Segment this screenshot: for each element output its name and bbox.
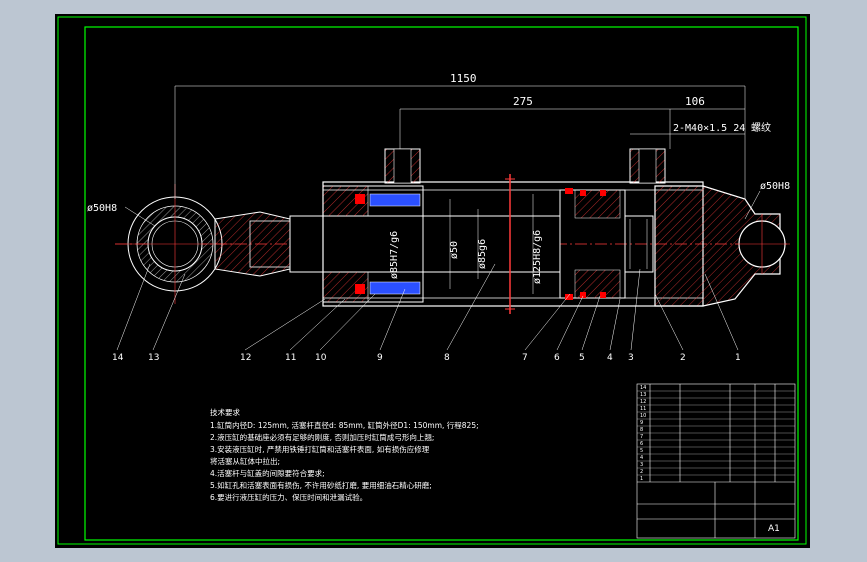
tb-row-no: 8	[640, 427, 643, 433]
tb-row-no: 14	[640, 385, 646, 391]
dim-overall: 1150	[450, 72, 477, 85]
tb-row-no: 6	[640, 441, 643, 447]
tb-sheet-size: A1	[768, 524, 780, 534]
part-label: 5	[579, 353, 585, 363]
dim-rod-fit: ø85H7/g6	[389, 231, 400, 279]
tech-req-line: 4.活塞杆与缸盖的间隙要符合要求;	[210, 468, 325, 478]
part-label: 13	[148, 353, 159, 363]
tech-req-line: 3.安装液压缸时, 严禁用铁锤打缸筒和活塞杆表面, 如有损伤应修理	[210, 444, 430, 454]
part-label: 4	[607, 353, 613, 363]
tech-req-title: 技术要求	[210, 407, 240, 417]
title-block-rows	[637, 390, 795, 476]
leader-lines	[116, 263, 739, 351]
dim-stroke: 275	[513, 95, 533, 108]
tb-row-no: 7	[640, 434, 643, 440]
port-right	[629, 148, 666, 184]
dim-pin-left: ø50H8	[87, 203, 117, 214]
tech-req-line: 2.液压缸的基础座必须有足够的刚度, 否则加压时缸筒成弓形向上翘;	[210, 432, 434, 442]
piston-seal-upper	[580, 190, 586, 196]
tb-row-no: 12	[640, 399, 646, 405]
dim-rod-dia: ø50	[449, 241, 460, 259]
part-label: 11	[285, 353, 296, 363]
hydraulic-cylinder-assembly-drawing: 1150 275 106 2-M40×1.5 24 螺纹 ø50H8 ø50H8…	[57, 16, 807, 545]
part-label: 1	[735, 353, 741, 363]
tb-row-no: 5	[640, 448, 643, 454]
cad-viewport[interactable]: 1150 275 106 2-M40×1.5 24 螺纹 ø50H8 ø50H8…	[55, 14, 810, 548]
tb-row-no: 3	[640, 462, 643, 468]
tb-row-no: 11	[640, 406, 646, 412]
rod-eye-neck	[214, 211, 291, 277]
dim-end: 106	[685, 95, 705, 108]
tech-req-line: 6.要进行液压缸的压力、保压时间和泄漏试验。	[210, 492, 367, 502]
part-label: 9	[377, 353, 383, 363]
part-label: 10	[315, 353, 327, 363]
tb-row-no: 1	[640, 476, 643, 482]
part-labels: 14 13 12 11 10 9 8 7 6 5 4 3 2 1	[112, 353, 741, 363]
rod-seal-upper	[369, 193, 421, 207]
tb-row-no: 10	[640, 413, 646, 419]
part-label: 7	[522, 353, 528, 363]
part-label: 14	[112, 353, 124, 363]
part-label: 8	[444, 353, 450, 363]
tb-row-no: 9	[640, 420, 643, 426]
tech-req-line: 将活塞从缸体中拉出;	[210, 456, 280, 466]
title-block-numbers: 14 13 12 11 10 9 8 7 6 5 4 3 2 1 A1	[640, 385, 780, 534]
technical-requirements: 技术要求 1.缸筒内径D: 125mm, 活塞杆直径d: 85mm, 缸筒外径D…	[210, 407, 479, 502]
piston-rod	[289, 215, 561, 273]
dim-thread-note: 螺纹	[751, 121, 771, 134]
rod-seal-lower	[369, 281, 421, 295]
tb-row-no: 2	[640, 469, 643, 475]
tb-row-no: 13	[640, 392, 646, 398]
tech-req-line: 5.如缸孔和活塞表面有损伤, 不许用砂纸打磨, 要用细油石精心研磨;	[210, 480, 432, 490]
dim-thread: 2-M40×1.5 24	[673, 123, 745, 134]
dim-bore-fit: ø125H8/g6	[532, 230, 543, 284]
part-label: 3	[628, 353, 634, 363]
dim-rod-fit2: ø85g6	[477, 239, 488, 269]
dim-pin-right: ø50H8	[760, 181, 790, 192]
port-left	[384, 148, 421, 184]
tech-req-line: 1.缸筒内径D: 125mm, 活塞杆直径d: 85mm, 缸筒外径D1: 15…	[210, 420, 479, 430]
part-label: 6	[554, 353, 560, 363]
part-label: 12	[240, 353, 251, 363]
part-label: 2	[680, 353, 686, 363]
tb-row-no: 4	[640, 455, 643, 461]
